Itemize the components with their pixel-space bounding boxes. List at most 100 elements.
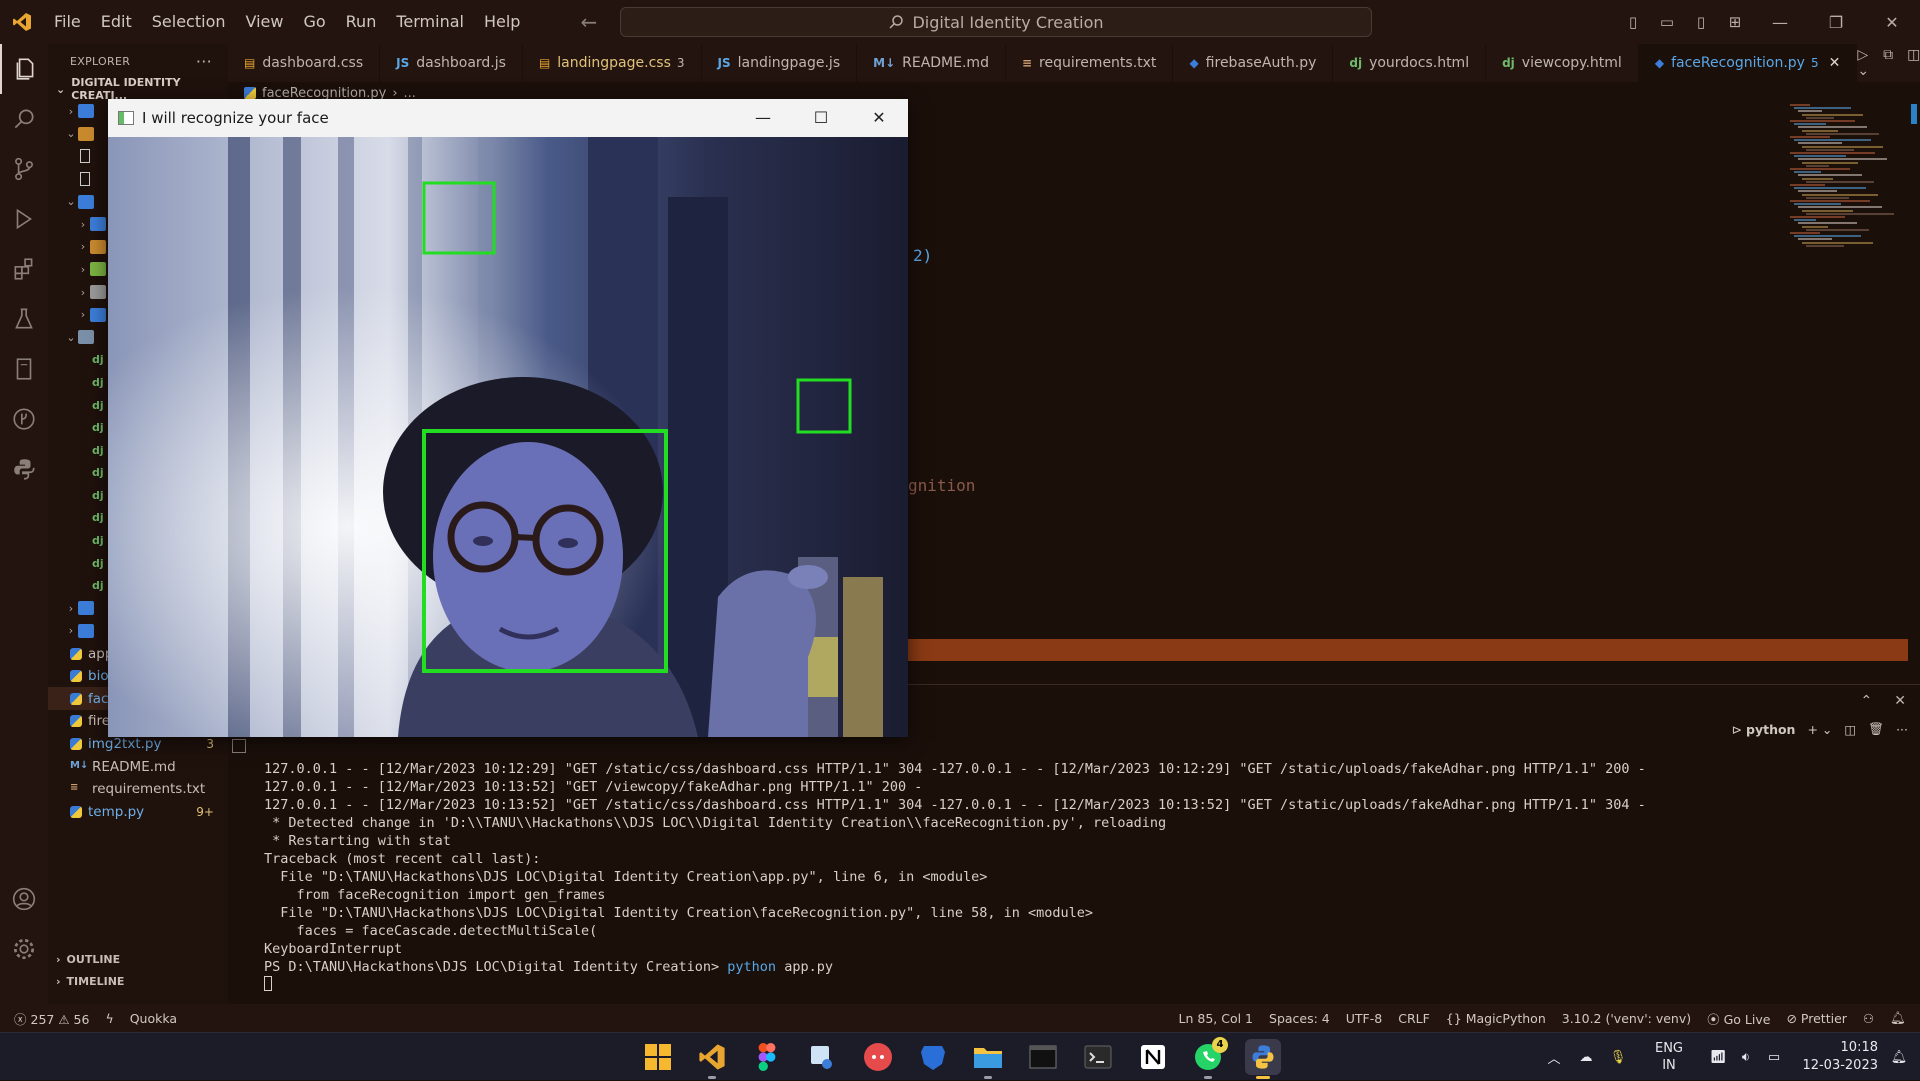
maximize-icon[interactable]: ☐ [792,99,850,137]
tab-landingpage-css[interactable]: ▤ landingpage.css 3 [523,44,702,82]
extensions-icon[interactable] [0,244,48,294]
close-icon[interactable]: ✕ [1864,13,1920,32]
quokka-status[interactable]: Quokka [122,1011,185,1026]
windows-start-icon[interactable] [640,1039,676,1075]
show-hidden-icons-icon[interactable]: ︿ [1538,1048,1570,1067]
menu-file[interactable]: File [44,0,91,44]
discord-app-icon[interactable] [860,1039,896,1075]
menu-help[interactable]: Help [474,0,530,44]
file-item[interactable]: temp.py 9+ [48,800,228,823]
new-terminal-icon[interactable]: + ⌄ [1807,722,1832,737]
camera-window-titlebar[interactable]: I will recognize your face — ☐ ✕ [108,99,908,137]
accounts-status-icon[interactable]: ⚇ [1855,1011,1882,1026]
lightning-icon[interactable]: ϟ [97,1011,121,1026]
menu-run[interactable]: Run [336,0,387,44]
wifi-icon[interactable]: 📶︎ [1704,1050,1732,1065]
microphone-icon[interactable]: 🎙︎ [1602,1050,1634,1065]
file-explorer-icon[interactable] [970,1039,1006,1079]
terminal-output[interactable]: 127.0.0.1 - - [12/Mar/2023 10:12:29] "GE… [264,760,1884,991]
language-mode[interactable]: {} MagicPython [1438,1011,1554,1026]
more-actions-icon[interactable]: ··· [1896,722,1908,737]
tab-landingpage-js[interactable]: JS landingpage.js [702,44,858,82]
explorer-icon[interactable] [0,44,48,94]
notification-center-icon[interactable]: 🔔︎ [1878,1050,1920,1065]
tab-viewcopy-html[interactable]: dj viewcopy.html [1486,44,1639,82]
cursor-position[interactable]: Ln 85, Col 1 [1171,1011,1262,1026]
snipping-tool-icon[interactable] [804,1039,840,1075]
encoding[interactable]: UTF-8 [1338,1011,1390,1026]
timeline-section[interactable]: › TIMELINE [48,970,228,992]
more-actions-icon[interactable]: ··· [196,52,212,71]
notifications-bell-icon[interactable]: 🔔︎ [1882,1010,1920,1026]
command-center[interactable]: Digital Identity Creation [620,7,1372,37]
source-control-icon[interactable] [0,144,48,194]
clock[interactable]: 10:18 12-03-2023 [1788,1039,1878,1075]
accounts-icon[interactable] [0,874,48,924]
open-preview-icon[interactable]: ⧉ [1883,47,1893,79]
file-item[interactable]: M↓ README.md [48,755,228,778]
notion-app-icon[interactable] [1135,1039,1171,1075]
python-app-icon[interactable] [1245,1039,1281,1079]
problems-indicator[interactable]: ⓧ 257 ⚠ 56 [0,1009,97,1028]
terminal-app-icon[interactable] [1080,1039,1116,1075]
manage-gear-icon[interactable] [0,924,48,974]
close-icon[interactable]: ✕ [850,99,908,137]
project-folder[interactable]: ⌄ DIGITAL IDENTITY CREATI... [48,76,228,102]
split-terminal-icon[interactable]: ◫ [1844,722,1856,737]
git-graph-icon[interactable] [0,394,48,444]
indentation[interactable]: Spaces: 4 [1261,1011,1338,1026]
minimize-icon[interactable]: — [1752,13,1808,32]
outline-section[interactable]: › OUTLINE [48,948,228,970]
file-item[interactable]: ≡ requirements.txt [48,778,228,801]
menu-go[interactable]: Go [293,0,335,44]
minimize-icon[interactable]: — [734,99,792,137]
toggle-panel-icon[interactable]: ▭ [1650,13,1684,31]
split-editor-icon[interactable]: ◫ [1907,47,1920,79]
battery-icon[interactable]: ▭ [1760,1050,1788,1065]
menu-view[interactable]: View [236,0,294,44]
volume-icon[interactable]: 🔉︎ [1732,1050,1760,1065]
tab-facerecognition-py[interactable]: ◆ faceRecognition.py 5 ✕ [1638,44,1858,82]
tab-requirements-txt[interactable]: ≡ requirements.txt [1006,44,1174,82]
terminal-list-icon[interactable] [232,739,246,753]
notebook-icon[interactable] [0,344,48,394]
testing-flask-icon[interactable] [0,294,48,344]
search-icon[interactable] [0,94,48,144]
tab-dashboard-css[interactable]: ▤ dashboard.css [228,44,381,82]
js-icon: JS [396,56,410,70]
customize-layout-icon[interactable]: ⊞ [1718,13,1752,31]
close-panel-icon[interactable]: ✕ [1894,693,1906,709]
run-debug-icon[interactable] [0,194,48,244]
python-interpreter[interactable]: 3.10.2 ('venv': venv) [1554,1011,1699,1026]
restore-icon[interactable]: ❐ [1808,13,1864,32]
command-prompt-icon[interactable] [1025,1039,1061,1075]
vscode-app-icon[interactable] [694,1039,730,1079]
tab-dashboard-js[interactable]: JS dashboard.js [380,44,523,82]
back-arrow-icon[interactable]: ← [580,10,597,34]
toggle-sidebar-icon[interactable]: ▯ [1616,13,1650,31]
brave-browser-icon[interactable] [915,1039,951,1075]
face-recognition-window[interactable]: I will recognize your face — ☐ ✕ [108,99,908,737]
go-live-button[interactable]: ⦿ Go Live [1699,1009,1778,1028]
tab-readme-md[interactable]: M↓ README.md [857,44,1006,82]
python-icon[interactable] [0,444,48,494]
onedrive-cloud-icon[interactable]: ☁ [1570,1050,1602,1065]
editor-scrollbar[interactable] [1908,104,1920,684]
run-file-icon[interactable]: ▷ ⌄ [1857,47,1869,79]
menu-terminal[interactable]: Terminal [386,0,474,44]
tab-yourdocs-html[interactable]: dj yourdocs.html [1333,44,1487,82]
end-of-line[interactable]: CRLF [1390,1011,1438,1026]
terminal-profile[interactable]: ⊳ python [1732,722,1796,737]
minimap[interactable] [1790,104,1908,264]
whatsapp-app-icon[interactable]: 4 [1190,1037,1228,1079]
toggle-secondary-sidebar-icon[interactable]: ▯ [1684,13,1718,31]
kill-terminal-icon[interactable]: 🗑 [1868,721,1884,737]
prettier-status[interactable]: ⊘ Prettier [1778,1011,1854,1026]
tab-firebaseauth-py[interactable]: ◆ firebaseAuth.py [1173,44,1334,82]
maximize-panel-icon[interactable]: ⌃ [1861,693,1873,709]
language-indicator[interactable]: ENG IN [1634,1040,1704,1074]
menu-selection[interactable]: Selection [142,0,236,44]
close-tab-icon[interactable]: ✕ [1829,55,1841,71]
menu-edit[interactable]: Edit [91,0,142,44]
figma-app-icon[interactable] [749,1039,785,1075]
